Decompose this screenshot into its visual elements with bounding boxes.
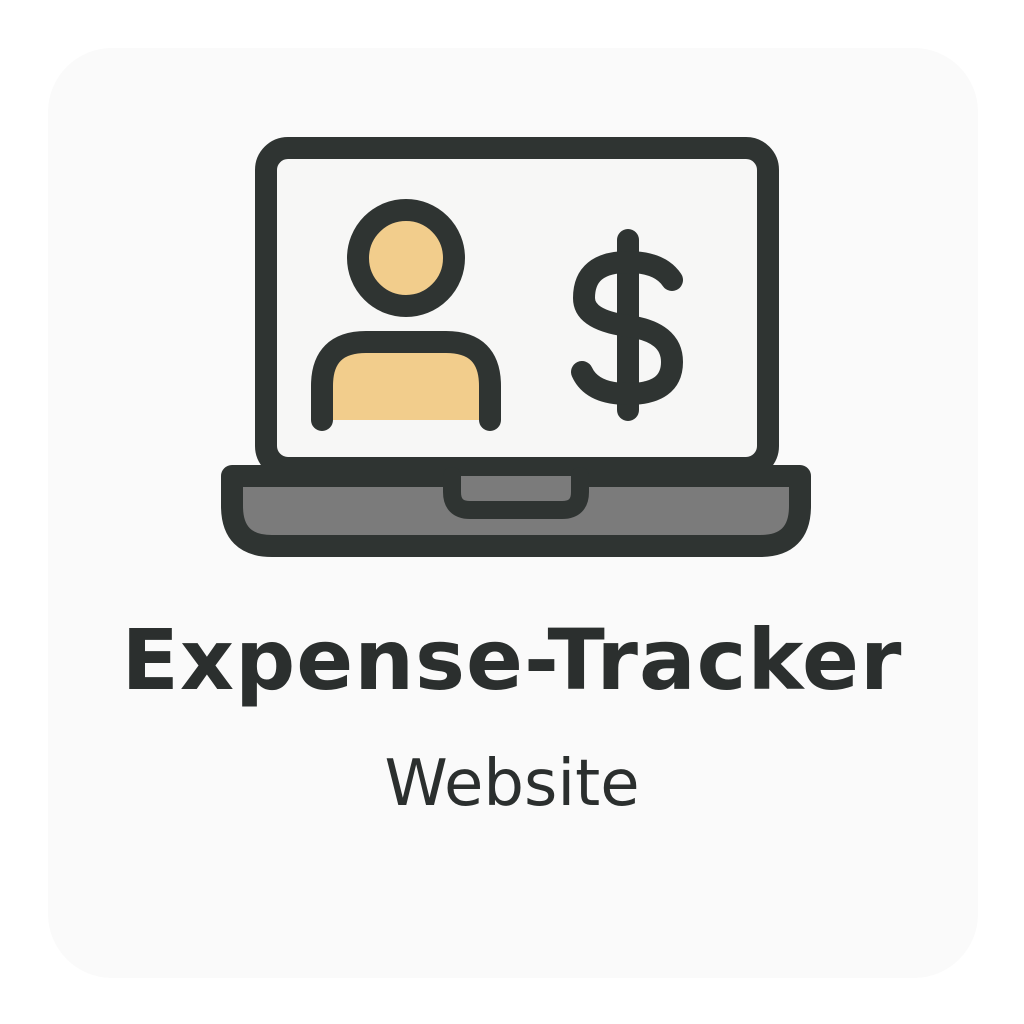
app-title: Expense-Tracker (121, 611, 903, 709)
app-subtitle: Website (384, 747, 640, 821)
dollar-sign-icon (571, 229, 683, 421)
laptop-trackpad-notch (443, 467, 589, 519)
laptop-icon (221, 137, 811, 557)
